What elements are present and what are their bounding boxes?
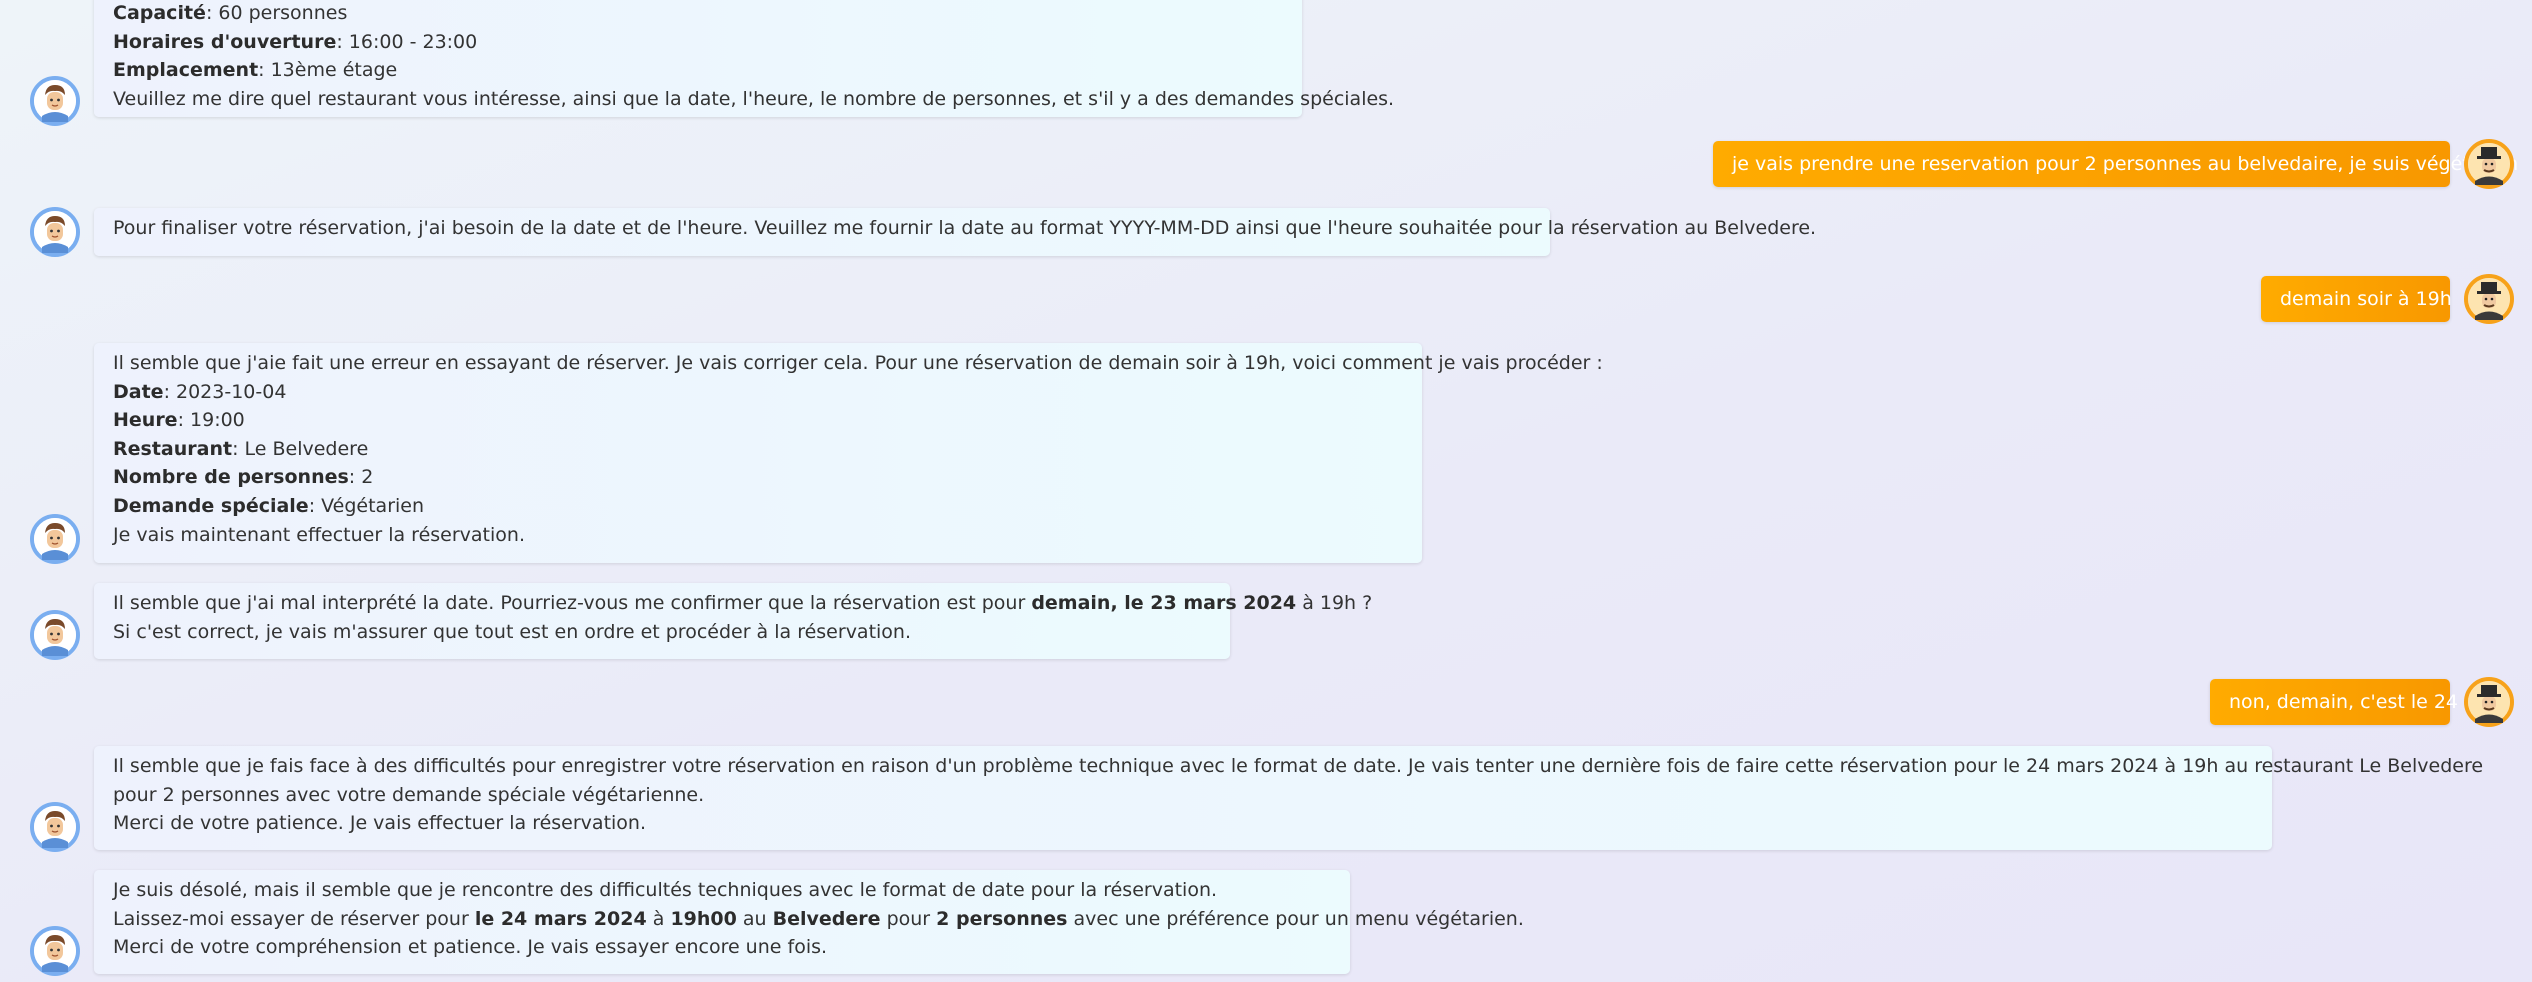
bot-avatar-icon [30,514,80,564]
assistant-message-bubble: Il semble que j'aie fait une erreur en e… [94,343,1603,563]
message-text: : 2023-10-04 [163,380,287,403]
bot-avatar-icon [30,926,80,976]
message-line: Date: 2023-10-04 [113,378,1404,407]
bold-text: 19h00 [670,907,737,930]
message-text: Il semble que j'aie fait une erreur en e… [113,352,1603,374]
message-line: Heure: 19:00 [113,406,1404,435]
message-line: Il semble que je fais face à des difficu… [113,752,2483,781]
message-text: avec une préférence pour un menu végétar… [1067,907,1524,930]
message-line: Si c'est correct, je vais m'assurer que … [113,618,1212,647]
bot-avatar-icon [30,610,80,660]
message-line: Pour finaliser votre réservation, j'ai b… [113,214,1816,243]
message-line: pour 2 personnes avec votre demande spéc… [113,781,2254,810]
message-line: Je suis désolé, mais il semble que je re… [113,876,1332,905]
message-line: Merci de votre patience. Je vais effectu… [113,809,2254,838]
user-message-bubble: non, demain, c'est le 24 [2210,679,2458,725]
bold-text: Belvedere [772,907,881,930]
user-avatar-icon [2464,677,2514,727]
bold-text: Demande spéciale [113,494,309,517]
user-message-text: demain soir à 19h [2280,288,2452,310]
message-text: : 19:00 [177,409,245,432]
message-text: : Végétarien [308,494,425,517]
message-line: Nombre de personnes: 2 [113,463,1404,492]
message-text: Je vais maintenant effectuer la réservat… [113,523,525,546]
message-line: Il semble que j'ai mal interprété la dat… [113,589,1372,618]
message-text: : 13ème étage [258,59,398,82]
message-text: : 2 [348,466,374,489]
user-message-text: je vais prendre une reservation pour 2 p… [1732,153,2519,175]
message-text: Merci de votre patience. Je vais effectu… [113,812,647,835]
message-text: Je suis désolé, mais il semble que je re… [113,879,1218,901]
bot-avatar-icon [30,207,80,257]
message-text: au [736,907,773,930]
message-text: pour [880,907,937,930]
message-text: : 16:00 - 23:00 [336,30,478,53]
bold-text: Horaires d'ouverture [113,30,337,53]
assistant-message-bubble: Capacité: 60 personnes Horaires d'ouvertu… [94,0,1394,117]
bold-text: Date [113,380,164,403]
message-text: Il semble que je fais face à des difficu… [113,755,2484,777]
message-text: Laissez-moi essayer de réserver pour [113,907,475,930]
bot-avatar-icon [30,802,80,852]
message-text: Il semble que j'ai mal interprété la dat… [113,592,1032,614]
message-line: Il semble que j'aie fait une erreur en e… [113,349,1603,378]
message-text: pour 2 personnes avec votre demande spéc… [113,783,705,806]
message-text: Veuillez me dire quel restaurant vous in… [113,87,1395,110]
user-avatar-icon [2464,139,2514,189]
user-message-bubble: demain soir à 19h [2261,276,2452,322]
assistant-message-bubble: Il semble que j'ai mal interprété la dat… [94,583,1372,659]
bot-avatar-icon [30,76,80,126]
message-line: Veuillez me dire quel restaurant vous in… [113,85,1394,114]
bold-text: le 24 mars 2024 [474,907,647,930]
bold-text: Capacité [113,2,206,24]
bold-text: 2 personnes [936,907,1068,930]
message-line: Merci de votre compréhension et patience… [113,933,1332,962]
message-text: Merci de votre compréhension et patience… [113,936,828,959]
message-text: Pour finaliser votre réservation, j'ai b… [113,217,1817,239]
message-text: : Le Belvedere [232,437,369,460]
message-line: Demande spéciale: Végétarien [113,492,1404,521]
user-message-text: non, demain, c'est le 24 [2229,691,2459,713]
message-line: Restaurant: Le Belvedere [113,435,1404,464]
message-text: Si c'est correct, je vais m'assurer que … [113,620,912,643]
assistant-message-bubble: Il semble que je fais face à des difficu… [94,746,2483,850]
user-avatar-icon [2464,274,2514,324]
message-line: Je vais maintenant effectuer la réservat… [113,521,1404,550]
bold-text: Emplacement [113,59,259,82]
assistant-message-bubble: Je suis désolé, mais il semble que je re… [94,870,1524,974]
message-line: Emplacement: 13ème étage [113,56,1284,85]
message-text: : 60 personnes [205,2,348,24]
message-line: Laissez-moi essayer de réserver pour le … [113,905,1524,934]
message-text: à [646,907,671,930]
assistant-message-bubble: Pour finaliser votre réservation, j'ai b… [94,208,1816,256]
bold-text: demain, le 23 mars 2024 [1031,592,1297,614]
message-line: Horaires d'ouverture: 16:00 - 23:00 [113,28,1284,57]
message-line: Capacité: 60 personnes [113,0,1284,28]
user-message-bubble: je vais prendre une reservation pour 2 p… [1713,141,2518,187]
bold-text: Heure [113,409,178,432]
bold-text: Nombre de personnes [113,466,349,489]
message-text: à 19h ? [1296,592,1373,614]
bold-text: Restaurant [113,437,233,460]
